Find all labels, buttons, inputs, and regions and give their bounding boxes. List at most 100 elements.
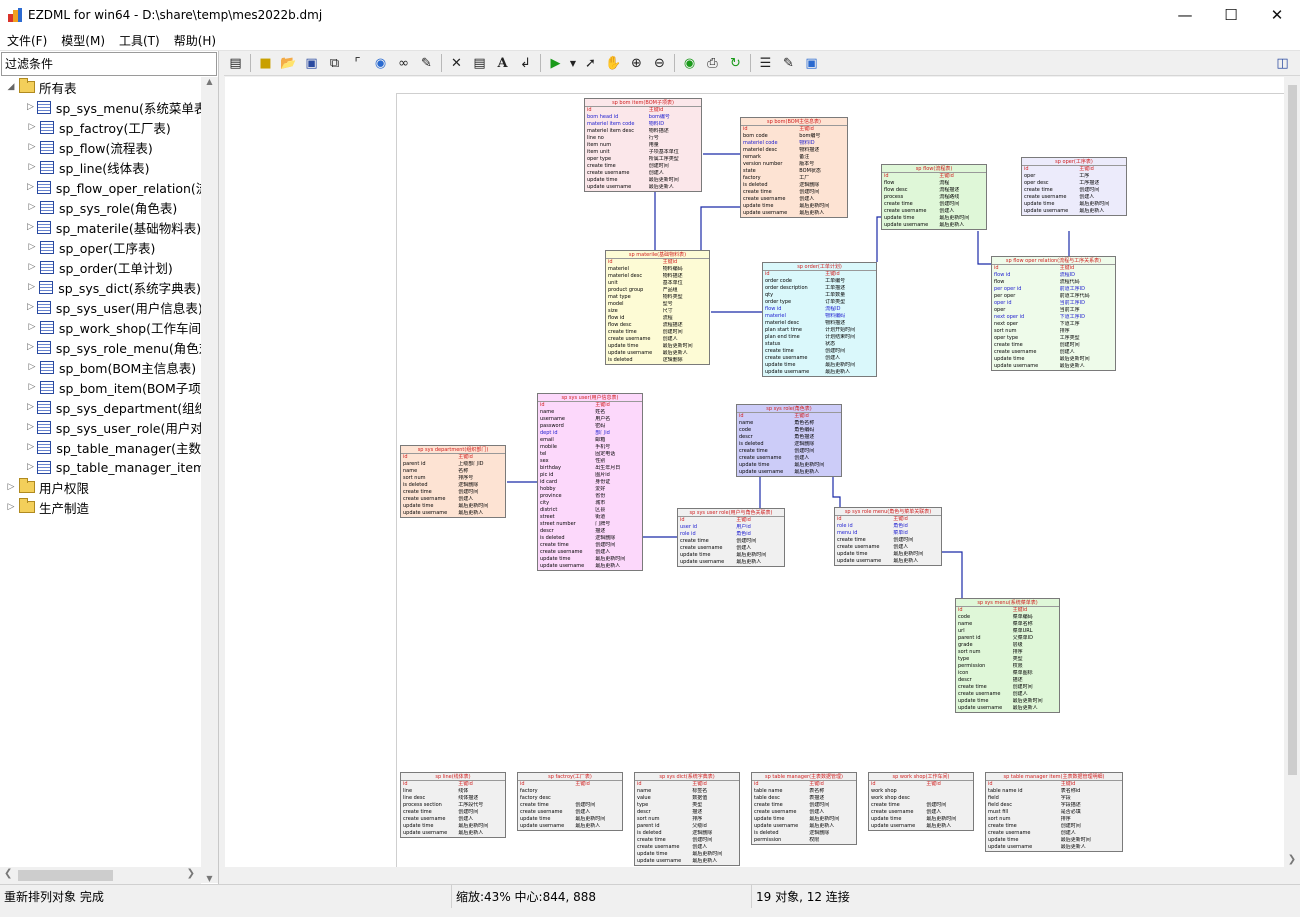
brush-icon[interactable]: ✎ <box>415 53 438 74</box>
entity-field[interactable]: update time 最后更新时间 <box>741 203 847 210</box>
tree-item-table[interactable]: ▷ sp_sys_dict(系统字典表) <box>0 277 201 297</box>
fit-icon[interactable]: ▣ <box>800 53 823 74</box>
entity-field[interactable]: create username 创建人 <box>585 170 701 177</box>
entity-field[interactable]: line desc 线体描述 <box>401 795 505 802</box>
menu-help[interactable]: 帮助(H) <box>167 32 223 49</box>
entity-field[interactable]: plan start time 计划开始时间 <box>763 327 876 334</box>
entity-field[interactable]: id 主键id <box>635 781 739 788</box>
entity-field[interactable]: pic id 图片id <box>538 472 642 479</box>
expand-icon[interactable]: ▷ <box>27 182 34 192</box>
tree-item-table[interactable]: ▷ sp_sys_department(组织 <box>0 397 201 417</box>
entity-field[interactable]: id 主键id <box>401 781 505 788</box>
refresh-icon[interactable]: ↻ <box>724 53 747 74</box>
entity-field[interactable]: materiel code 物料ID <box>741 140 847 147</box>
tree-root[interactable]: ◢ 所有表 <box>0 77 201 97</box>
expand-icon[interactable]: ▷ <box>27 102 34 112</box>
entity-field[interactable]: descr 描述 <box>956 677 1059 684</box>
entity-field[interactable]: menu id 菜单id <box>835 530 941 537</box>
entity-field[interactable]: type 类型 <box>635 802 739 809</box>
entity-field[interactable]: oper type 所属工序类型 <box>585 156 701 163</box>
entity-field[interactable]: update username 最后更新人 <box>401 830 505 837</box>
entity-field[interactable]: parent id 上级部门ID <box>401 461 505 468</box>
entity-field[interactable]: id 主键id <box>737 413 841 420</box>
entity-field[interactable]: materiel item desc 物料描述 <box>585 128 701 135</box>
entity-field[interactable]: create username 创建人 <box>401 496 505 503</box>
tree-item-table[interactable]: ▷ sp_sys_user(用户信息表) <box>0 297 201 317</box>
entity-field[interactable]: next oper 下道工序 <box>992 321 1115 328</box>
entity-field[interactable]: id 主键id <box>518 781 622 788</box>
entity-field[interactable]: sex 性别 <box>538 458 642 465</box>
entity-field[interactable]: create username 创建人 <box>882 208 986 215</box>
entity-field[interactable]: create username 创建人 <box>401 816 505 823</box>
entity-field[interactable]: type 类型 <box>956 656 1059 663</box>
entity-field[interactable]: unit 基本单位 <box>606 280 709 287</box>
entity-field[interactable]: birthday 出生年月日 <box>538 465 642 472</box>
entity-field[interactable]: update time 最后更新时间 <box>763 362 876 369</box>
entity-field[interactable]: update username 最后更新人 <box>518 823 622 830</box>
entity-table[interactable]: sp sys role menu(角色与菜单关联表) id 主键id role id 角… <box>834 507 942 566</box>
entity-field[interactable]: create username 创建人 <box>763 355 876 362</box>
entity-field[interactable]: version number 版本号 <box>741 161 847 168</box>
expand-icon[interactable]: ▷ <box>6 482 16 492</box>
entity-field[interactable]: is deleted 逻辑删除 <box>538 535 642 542</box>
tree-item-table[interactable]: ▷ sp_table_manager(主数 <box>0 437 201 457</box>
diagram-canvas[interactable]: sp bom item(BOM子项表) id 主键id bom head id bom编… <box>225 77 1284 867</box>
entity-field[interactable]: update username 最后更新人 <box>606 350 709 357</box>
run-icon[interactable]: ▶ <box>544 53 567 74</box>
entity-field[interactable]: materiel 物料编码 <box>763 313 876 320</box>
entity-field[interactable]: flow desc 流程描述 <box>606 322 709 329</box>
find-icon[interactable]: ∞ <box>392 53 415 74</box>
layout-icon[interactable]: ◫ <box>1271 53 1294 74</box>
zoom-out-icon[interactable]: ⊖ <box>648 53 671 74</box>
entity-field[interactable]: tel 固定电话 <box>538 451 642 458</box>
tree-item-table[interactable]: ▷ sp_factroy(工厂表) <box>0 117 201 137</box>
entity-table[interactable]: sp flow(流程表) id 主键id flow 流程 flow desc 流程描述 pro… <box>881 164 987 230</box>
entity-field[interactable]: update username 最后更新人 <box>752 823 856 830</box>
entity-field[interactable]: id 主键id <box>882 173 986 180</box>
entity-field[interactable]: dept id 部门id <box>538 430 642 437</box>
entity-field[interactable]: create time 创建时间 <box>737 448 841 455</box>
entity-field[interactable]: is deleted 逻辑删除 <box>635 830 739 837</box>
entity-field[interactable]: id 主键id <box>678 517 784 524</box>
entity-field[interactable]: must fill 是否必填 <box>986 809 1122 816</box>
filter-input[interactable]: 过滤条件 <box>1 52 217 76</box>
entity-field[interactable]: materiel desc 物料描述 <box>606 273 709 280</box>
entity-field[interactable]: bom code bom编号 <box>741 133 847 140</box>
entity-field[interactable]: url 菜单URL <box>956 628 1059 635</box>
entity-field[interactable]: qty 工单数量 <box>763 292 876 299</box>
entity-field[interactable]: update username 最后更新人 <box>678 559 784 566</box>
entity-field[interactable]: factory desc <box>518 795 622 802</box>
zoom-in-icon[interactable]: ⊕ <box>625 53 648 74</box>
entity-field[interactable]: table name 表名称 <box>752 788 856 795</box>
entity-field[interactable]: update time 最后更新时间 <box>882 215 986 222</box>
entity-field[interactable]: create time 创建时间 <box>538 542 642 549</box>
entity-field[interactable]: update time 最后更新时间 <box>538 556 642 563</box>
entity-field[interactable]: update time 最后更新时间 <box>992 356 1115 363</box>
entity-field[interactable]: create time 创建时间 <box>401 489 505 496</box>
tree-item-table[interactable]: ▷ sp_sys_menu(系统菜单表 <box>0 97 201 117</box>
entity-table[interactable]: sp line(线体表) id 主键id line 线体 line desc 线体描述 pro… <box>400 772 506 838</box>
tree-icon[interactable]: ⌜ <box>346 53 369 74</box>
entity-field[interactable]: parent id 父级id <box>635 823 739 830</box>
entity-table[interactable]: sp sys department(组织部门) id 主键id parent id 上级… <box>400 445 506 518</box>
entity-field[interactable]: model 型号 <box>606 301 709 308</box>
expand-icon[interactable]: ▷ <box>27 262 37 272</box>
entity-field[interactable]: create username 创建人 <box>1022 194 1126 201</box>
canvas-horizontal-scrollbar[interactable] <box>225 867 1284 884</box>
expand-icon[interactable]: ▷ <box>27 362 37 372</box>
entity-field[interactable]: update time 最后更新时间 <box>956 698 1059 705</box>
entity-field[interactable]: update username 最后更新人 <box>585 184 701 191</box>
entity-field[interactable]: update time 最后更新时间 <box>606 343 709 350</box>
expand-icon[interactable]: ▷ <box>27 382 37 392</box>
minimize-button[interactable]: — <box>1162 0 1208 30</box>
entity-field[interactable]: create time 创建时间 <box>635 837 739 844</box>
tree-item-table[interactable]: ▷ sp_sys_user_role(用户对 <box>0 417 201 437</box>
entity-field[interactable]: street number 门牌号 <box>538 521 642 528</box>
tree-horizontal-scrollbar[interactable]: ❮ ❯ <box>0 867 201 884</box>
expand-icon[interactable]: ▷ <box>27 402 34 412</box>
tree-vertical-scrollbar[interactable]: ▲ ▼ <box>201 77 218 883</box>
entity-field[interactable]: id 主键id <box>585 107 701 114</box>
entity-field[interactable]: update time 最后更新时间 <box>986 837 1122 844</box>
expand-icon[interactable]: ▷ <box>27 342 34 352</box>
entity-field[interactable]: create time 创建时间 <box>585 163 701 170</box>
